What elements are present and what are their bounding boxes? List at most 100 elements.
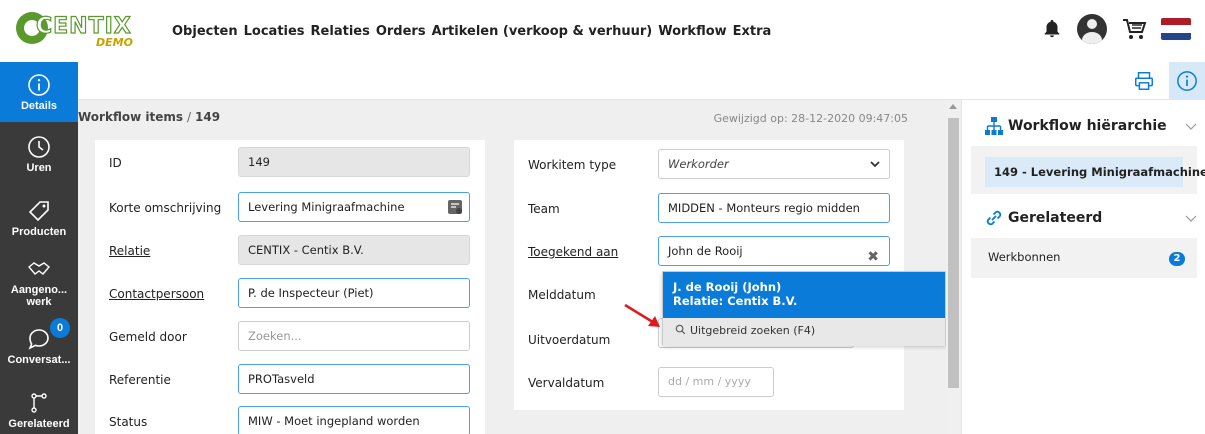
dutch-flag-icon[interactable] xyxy=(1161,18,1191,40)
conversation-count-badge: 0 xyxy=(50,318,70,338)
right-info-panel: Workflow hiërarchie 149 - Levering Minig… xyxy=(961,100,1205,434)
bell-icon[interactable] xyxy=(1041,17,1063,41)
workflow-hierarchy-box: 149 - Levering Minigraafmachine xyxy=(971,146,1205,194)
relatie-link[interactable]: Relatie xyxy=(109,244,150,258)
status-field[interactable]: MIW - Moet ingepland worden xyxy=(238,406,470,434)
main-content: Workflow items / 149 Gewijzigd op: 28-12-2… xyxy=(78,100,946,434)
suggestion-relatie: Relatie: Centix B.V. xyxy=(673,294,798,308)
rail-item-aangenomen-werk[interactable]: Aangeno... werk xyxy=(0,250,78,314)
workitem-type-select[interactable]: Werkorder xyxy=(658,149,890,179)
id-label: ID xyxy=(109,156,122,170)
workflow-hierarchy-header[interactable]: Workflow hiërarchie xyxy=(962,106,1205,146)
team-field[interactable]: MIDDEN - Monteurs regio midden xyxy=(658,193,890,223)
chevron-down-icon xyxy=(870,161,880,168)
workitem-type-label: Workitem type xyxy=(528,158,617,172)
toegekend-value: John de Rooij xyxy=(668,244,743,258)
contactpersoon-link[interactable]: Contactpersoon xyxy=(109,287,204,301)
chevron-down-icon xyxy=(1185,215,1197,222)
user-avatar-icon[interactable] xyxy=(1077,14,1107,44)
extended-search-option[interactable]: Uitgebreid zoeken (F4) xyxy=(663,318,945,346)
info-panel-toggle[interactable] xyxy=(1169,62,1205,100)
rail-label-line2: werk xyxy=(26,295,52,308)
scroll-thumb[interactable] xyxy=(948,118,959,388)
referentie-field[interactable]: PROTasveld xyxy=(238,364,470,394)
flag-white-stripe xyxy=(1161,25,1191,33)
toegekend-input[interactable]: John de Rooij ✖ xyxy=(658,236,890,266)
extended-search-label: Uitgebreid zoeken (F4) xyxy=(690,324,816,337)
gerelateerd-header[interactable]: Gerelateerd xyxy=(962,198,1205,238)
relatie-field: CENTIX - Centix B.V. xyxy=(238,235,470,265)
field-row-omschrijving: Korte omschrijving Levering Minigraafmac… xyxy=(95,192,485,224)
rail-label: Uren xyxy=(26,161,52,174)
nav-orders[interactable]: Orders xyxy=(376,24,426,39)
search-icon xyxy=(675,324,686,335)
hierarchy-item[interactable]: 149 - Levering Minigraafmachine xyxy=(985,157,1205,187)
breadcrumb-separator: / xyxy=(187,110,192,124)
rail-label: Gerelateerd xyxy=(8,417,70,430)
omschrijving-label: Korte omschrijving xyxy=(109,201,222,215)
detail-toolbar xyxy=(78,62,1205,100)
main-nav: Objecten Locaties Relaties Orders Artike… xyxy=(172,24,771,39)
nav-relaties[interactable]: Relaties xyxy=(311,24,370,39)
breadcrumb-parent[interactable]: Workflow items xyxy=(78,110,183,124)
rail-item-uren[interactable]: Uren xyxy=(0,122,78,186)
left-rail: Details Uren Producten Aangeno... werk 0 … xyxy=(0,62,78,434)
rail-label: Conversat... xyxy=(7,353,71,366)
field-row-contactpersoon: Contactpersoon P. de Inspecteur (Piet) xyxy=(95,278,485,310)
workflow-hierarchy-title: Workflow hiërarchie xyxy=(1008,118,1167,134)
chat-icon xyxy=(28,328,49,350)
id-field: 149 xyxy=(238,147,470,177)
top-bar: CENTIX DEMO Objecten Locaties Relaties O… xyxy=(0,0,1205,62)
nav-workflow[interactable]: Workflow xyxy=(658,24,726,39)
rail-item-producten[interactable]: Producten xyxy=(0,186,78,250)
field-row-type: Workitem type Werkorder xyxy=(514,149,904,181)
rail-item-details[interactable]: Details xyxy=(0,62,78,122)
uitvoerdatum-label: Uitvoerdatum xyxy=(528,333,611,347)
field-row-gemeld: Gemeld door Zoeken... xyxy=(95,321,485,353)
handshake-icon xyxy=(27,261,51,275)
status-label: Status xyxy=(109,415,148,429)
centix-logo[interactable]: CENTIX DEMO xyxy=(14,8,144,52)
field-row-referentie: Referentie PROTasveld xyxy=(95,364,485,396)
rail-label: Details xyxy=(20,99,58,112)
field-row-id: ID 149 xyxy=(95,147,485,179)
field-row-vervaldatum: Vervaldatum dd / mm / yyyy xyxy=(514,367,904,399)
logo-demo-label: DEMO xyxy=(96,36,133,49)
rail-item-gerelateerd[interactable]: Gerelateerd xyxy=(0,378,78,434)
referentie-label: Referentie xyxy=(109,373,171,387)
rail-label: Aangeno... werk xyxy=(11,284,67,308)
workitem-type-value: Werkorder xyxy=(668,157,729,171)
field-row-toegekend: Toegekend aan John de Rooij ✖ xyxy=(514,236,904,268)
contactpersoon-field[interactable]: P. de Inspecteur (Piet) xyxy=(238,278,470,308)
rail-label-line1: Aangeno... xyxy=(10,283,68,296)
content-scrollbar[interactable] xyxy=(946,100,961,434)
sitemap-icon xyxy=(985,117,1003,135)
cart-icon[interactable] xyxy=(1121,17,1147,41)
clear-icon[interactable]: ✖ xyxy=(867,243,879,265)
nav-artikelen[interactable]: Artikelen (verkoop & verhuur) xyxy=(432,24,653,39)
nav-objecten[interactable]: Objecten xyxy=(172,24,238,39)
melddatum-label: Melddatum xyxy=(528,288,596,302)
vervaldatum-label: Vervaldatum xyxy=(528,376,605,390)
print-icon[interactable] xyxy=(1133,70,1155,92)
scroll-up-arrow[interactable] xyxy=(949,104,957,109)
suggestion-item[interactable]: J. de Rooij (John) Relatie: Centix B.V. xyxy=(663,272,945,318)
chevron-down-icon xyxy=(1185,123,1197,130)
omschrijving-value: Levering Minigraafmachine xyxy=(248,200,405,214)
form-card-left: ID 149 Korte omschrijving Levering Minig… xyxy=(95,140,485,434)
werkbonnen-link[interactable]: Werkbonnen xyxy=(988,250,1060,264)
nav-extra[interactable]: Extra xyxy=(733,24,772,39)
gemeld-door-search-input[interactable]: Zoeken... xyxy=(238,321,470,351)
gemeld-label: Gemeld door xyxy=(109,330,187,344)
toegekend-link[interactable]: Toegekend aan xyxy=(528,245,618,259)
field-row-relatie: Relatie CENTIX - Centix B.V. xyxy=(95,235,485,267)
assignee-suggestion-dropdown: J. de Rooij (John) Relatie: Centix B.V. … xyxy=(662,271,946,346)
vervaldatum-field[interactable]: dd / mm / yyyy xyxy=(658,367,774,397)
gerelateerd-title: Gerelateerd xyxy=(1008,210,1103,226)
modified-timestamp: Gewijzigd op: 28-12-2020 09:47:05 xyxy=(713,112,908,125)
rail-item-conversaties[interactable]: 0 Conversat... xyxy=(0,314,78,378)
omschrijving-field[interactable]: Levering Minigraafmachine xyxy=(238,192,470,222)
nav-locaties[interactable]: Locaties xyxy=(244,24,305,39)
note-icon[interactable] xyxy=(447,199,463,215)
clock-icon xyxy=(28,135,50,158)
